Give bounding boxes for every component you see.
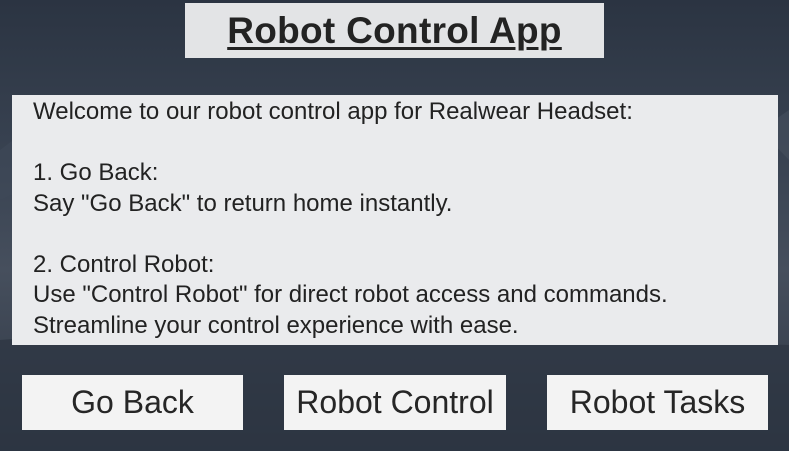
control-robot-heading: 2. Control Robot: — [33, 250, 215, 278]
robot-tasks-button[interactable]: Robot Tasks — [547, 375, 768, 430]
go-back-button[interactable]: Go Back — [22, 375, 243, 430]
go-back-description: Say "Go Back" to return home instantly. — [33, 189, 453, 217]
app-title: Robot Control App — [227, 9, 562, 51]
control-robot-description: Use "Control Robot" for direct robot acc… — [33, 281, 668, 308]
title-banner: Robot Control App — [185, 3, 604, 58]
instructions-panel: Welcome to our robot control app for Rea… — [12, 95, 778, 345]
robot-control-button[interactable]: Robot Control — [284, 375, 506, 430]
go-back-heading: 1. Go Back: — [33, 159, 159, 186]
welcome-text: Welcome to our robot control app for Rea… — [33, 98, 633, 125]
control-robot-note: Streamline your control experience with … — [33, 311, 519, 339]
